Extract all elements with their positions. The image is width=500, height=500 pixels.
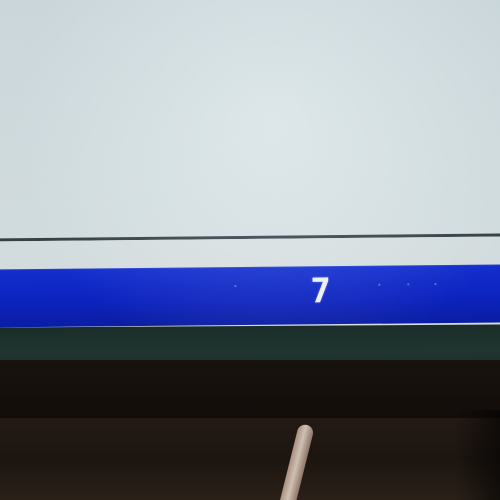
desk-edge — [0, 360, 500, 418]
status-bar: 7 — [0, 264, 500, 328]
status-dot — [407, 283, 410, 286]
page-number-indicator: 7 — [310, 271, 332, 312]
monitor-screen: 7 — [0, 0, 500, 359]
photo-of-monitor: 7 — [0, 0, 500, 500]
status-dot — [434, 283, 437, 286]
right-edge-shadow — [455, 410, 500, 500]
status-bar-indicator-dots — [0, 282, 500, 291]
desk-surface — [0, 418, 500, 500]
status-dot — [234, 285, 237, 288]
blank-content-area — [0, 0, 500, 242]
status-dot — [378, 283, 381, 286]
